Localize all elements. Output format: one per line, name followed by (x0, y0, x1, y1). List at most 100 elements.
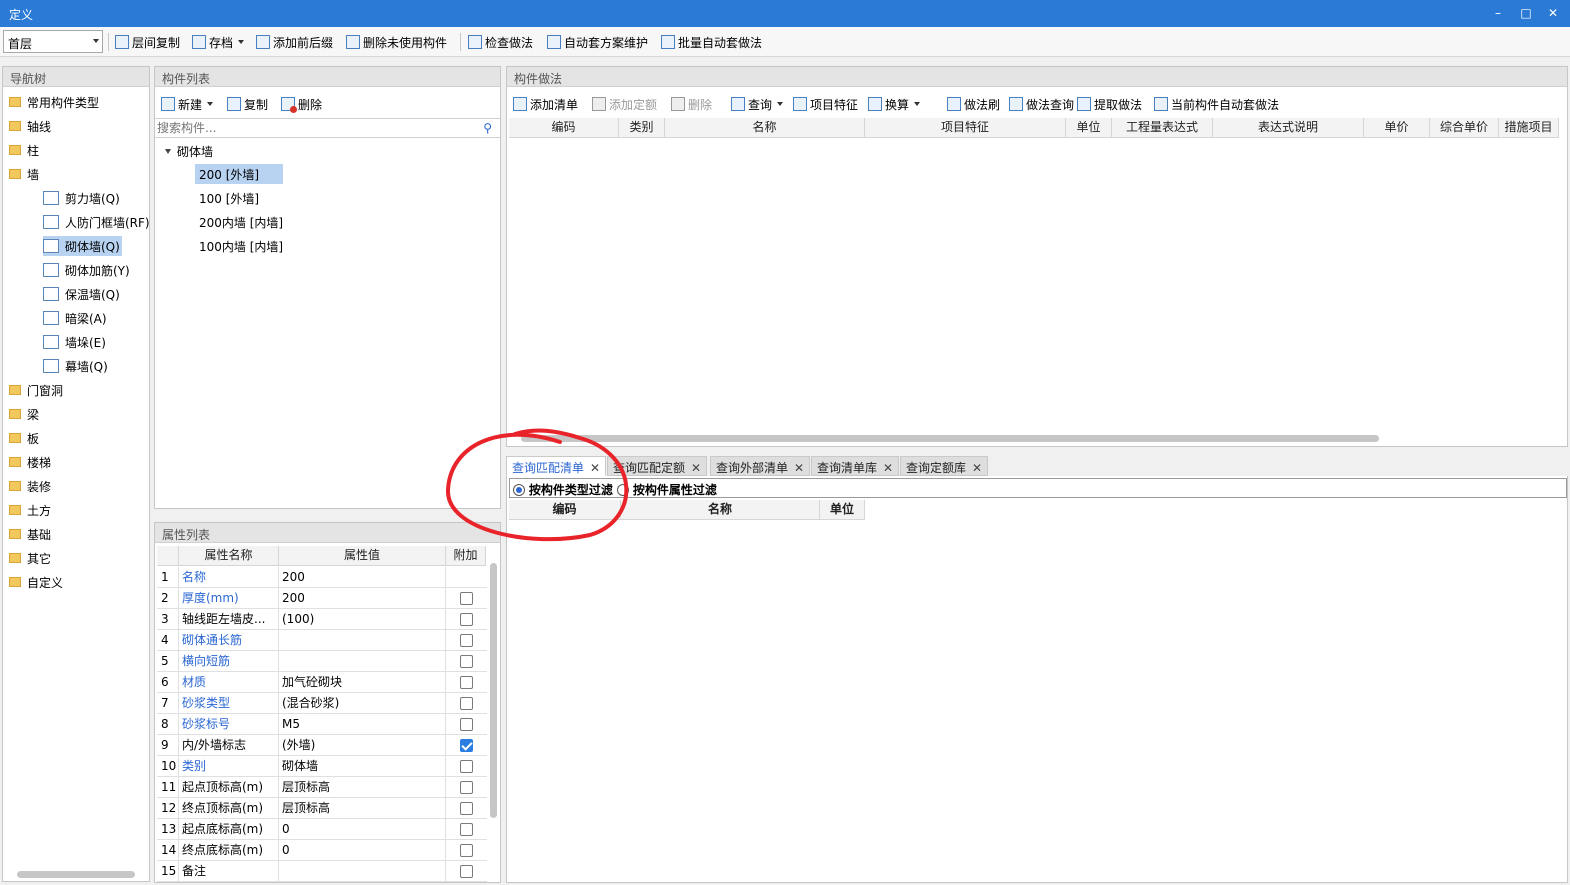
nav-item-bottom-2[interactable]: 板 (9, 428, 39, 448)
nav-item-bottom-8[interactable]: 自定义 (9, 572, 63, 592)
copy-component-button[interactable]: 复制 (227, 95, 268, 113)
nav-item-bottom-6[interactable]: 基础 (9, 524, 51, 544)
auto-scheme-button[interactable]: 自动套方案维护 (547, 33, 648, 51)
property-value[interactable]: 加气砼砌块 (279, 672, 446, 693)
close-icon[interactable]: ✕ (794, 461, 804, 475)
component-item-1[interactable]: 100 [外墙] (195, 188, 263, 208)
extra-checkbox[interactable] (460, 844, 473, 857)
methods-col-7[interactable]: 单价 (1364, 118, 1430, 138)
property-row[interactable]: 12 终点顶标高(m) 层顶标高 (157, 798, 487, 819)
new-component-button[interactable]: 新建 (161, 95, 214, 113)
delete-unused-button[interactable]: 删除未使用构件 (346, 33, 447, 51)
extra-checkbox[interactable] (460, 634, 473, 647)
nav-item-bottom-3[interactable]: 楼梯 (9, 452, 51, 472)
maximize-button[interactable]: □ (1519, 5, 1533, 21)
nav-item-3[interactable]: 墙 (9, 164, 39, 184)
component-item-2[interactable]: 200内墙 [内墙] (195, 212, 287, 232)
methods-tool-4[interactable]: 项目特征 (793, 95, 858, 113)
nav-item-0[interactable]: 常用构件类型 (9, 92, 99, 112)
query-tab-2[interactable]: 查询外部清单 ✕ (710, 456, 811, 476)
methods-col-0[interactable]: 编码 (509, 118, 619, 138)
property-value[interactable]: 层顶标高 (279, 798, 446, 819)
close-icon[interactable]: ✕ (691, 461, 701, 475)
component-item-3[interactable]: 100内墙 [内墙] (195, 236, 287, 256)
methods-tool-8[interactable]: 提取做法 (1077, 95, 1142, 113)
property-row[interactable]: 14 终点底标高(m) 0 (157, 840, 487, 861)
property-value[interactable]: (混合砂浆) (279, 693, 446, 714)
property-value[interactable]: 0 (279, 819, 446, 840)
methods-tool-3[interactable]: 查询 (731, 95, 784, 113)
property-row[interactable]: 13 起点底标高(m) 0 (157, 819, 487, 840)
property-value[interactable] (279, 861, 446, 882)
extra-checkbox[interactable] (460, 592, 473, 605)
extra-checkbox[interactable] (460, 613, 473, 626)
methods-tool-2[interactable]: 删除 (671, 95, 712, 113)
methods-col-8[interactable]: 综合单价 (1430, 118, 1499, 138)
property-value[interactable]: 层顶标高 (279, 777, 446, 798)
extra-checkbox[interactable] (460, 676, 473, 689)
property-value[interactable] (279, 651, 446, 672)
nav-wall-child-7[interactable]: 幕墙(Q) (43, 356, 110, 376)
search-icon[interactable]: ⚲ (483, 121, 492, 135)
property-row[interactable]: 8 砂浆标号 M5 (157, 714, 487, 735)
methods-col-5[interactable]: 工程量表达式 (1112, 118, 1213, 138)
nav-wall-child-5[interactable]: 暗梁(A) (43, 308, 109, 328)
extra-checkbox[interactable] (460, 802, 473, 815)
methods-tool-1[interactable]: 添加定额 (592, 95, 657, 113)
extra-checkbox[interactable] (460, 718, 473, 731)
nav-item-bottom-5[interactable]: 土方 (9, 500, 51, 520)
add-prefix-suffix-button[interactable]: 添加前后缀 (256, 33, 333, 51)
methods-tool-6[interactable]: 做法刷 (947, 95, 1000, 113)
nav-wall-child-3[interactable]: 砌体加筋(Y) (43, 260, 132, 280)
batch-auto-method-button[interactable]: 批量自动套做法 (661, 33, 762, 51)
nav-item-bottom-4[interactable]: 装修 (9, 476, 51, 496)
extra-checkbox[interactable] (460, 760, 473, 773)
methods-tool-9[interactable]: 当前构件自动套做法 (1154, 95, 1279, 113)
extra-checkbox[interactable] (460, 655, 473, 668)
property-value[interactable]: (外墙) (279, 735, 446, 756)
methods-tool-7[interactable]: 做法查询 (1009, 95, 1074, 113)
close-icon[interactable]: ✕ (883, 461, 893, 475)
property-row[interactable]: 15 备注 (157, 861, 487, 882)
property-row[interactable]: 11 起点顶标高(m) 层顶标高 (157, 777, 487, 798)
property-value[interactable]: 200 (279, 567, 446, 588)
nav-wall-child-0[interactable]: 剪力墙(Q) (43, 188, 122, 208)
minimize-button[interactable]: – (1491, 5, 1505, 21)
property-value[interactable]: 砌体墙 (279, 756, 446, 777)
query-tab-4[interactable]: 查询定额库 ✕ (900, 456, 989, 476)
extra-checkbox[interactable] (460, 739, 473, 752)
close-icon[interactable]: ✕ (972, 461, 982, 475)
property-row[interactable]: 3 轴线距左墙皮... (100) (157, 609, 487, 630)
nav-wall-child-2[interactable]: 砌体墙(Q) (43, 236, 122, 256)
methods-col-2[interactable]: 名称 (665, 118, 865, 138)
query-tab-3[interactable]: 查询清单库 ✕ (811, 456, 900, 476)
property-row[interactable]: 2 厚度(mm) 200 (157, 588, 487, 609)
nav-wall-child-1[interactable]: 人防门框墙(RF) (43, 212, 152, 232)
methods-scrollbar[interactable] (521, 435, 1379, 442)
property-row[interactable]: 1 名称 200 (157, 567, 487, 588)
methods-tool-5[interactable]: 换算 (868, 95, 921, 113)
delete-component-button[interactable]: 删除 (281, 95, 322, 113)
methods-col-9[interactable]: 措施项目 (1499, 118, 1559, 138)
extra-checkbox[interactable] (460, 781, 473, 794)
property-value[interactable] (279, 630, 446, 651)
methods-tool-0[interactable]: 添加清单 (513, 95, 578, 113)
check-method-button[interactable]: 检查做法 (468, 33, 533, 51)
property-row[interactable]: 7 砂浆类型 (混合砂浆) (157, 693, 487, 714)
property-value[interactable]: 0 (279, 840, 446, 861)
methods-col-3[interactable]: 项目特征 (865, 118, 1066, 138)
nav-item-1[interactable]: 轴线 (9, 116, 51, 136)
property-row[interactable]: 4 砌体通长筋 (157, 630, 487, 651)
archive-button[interactable]: 存档 (192, 33, 245, 51)
properties-scrollbar[interactable] (490, 563, 497, 818)
close-button[interactable]: ✕ (1546, 5, 1560, 21)
property-row[interactable]: 5 横向短筋 (157, 651, 487, 672)
nav-wall-child-4[interactable]: 保温墙(Q) (43, 284, 122, 304)
extra-checkbox[interactable] (460, 823, 473, 836)
nav-item-2[interactable]: 柱 (9, 140, 39, 160)
property-value[interactable]: (100) (279, 609, 446, 630)
property-row[interactable]: 9 内/外墙标志 (外墙) (157, 735, 487, 756)
property-row[interactable]: 10 类别 砌体墙 (157, 756, 487, 777)
methods-col-6[interactable]: 表达式说明 (1213, 118, 1364, 138)
property-value[interactable]: M5 (279, 714, 446, 735)
